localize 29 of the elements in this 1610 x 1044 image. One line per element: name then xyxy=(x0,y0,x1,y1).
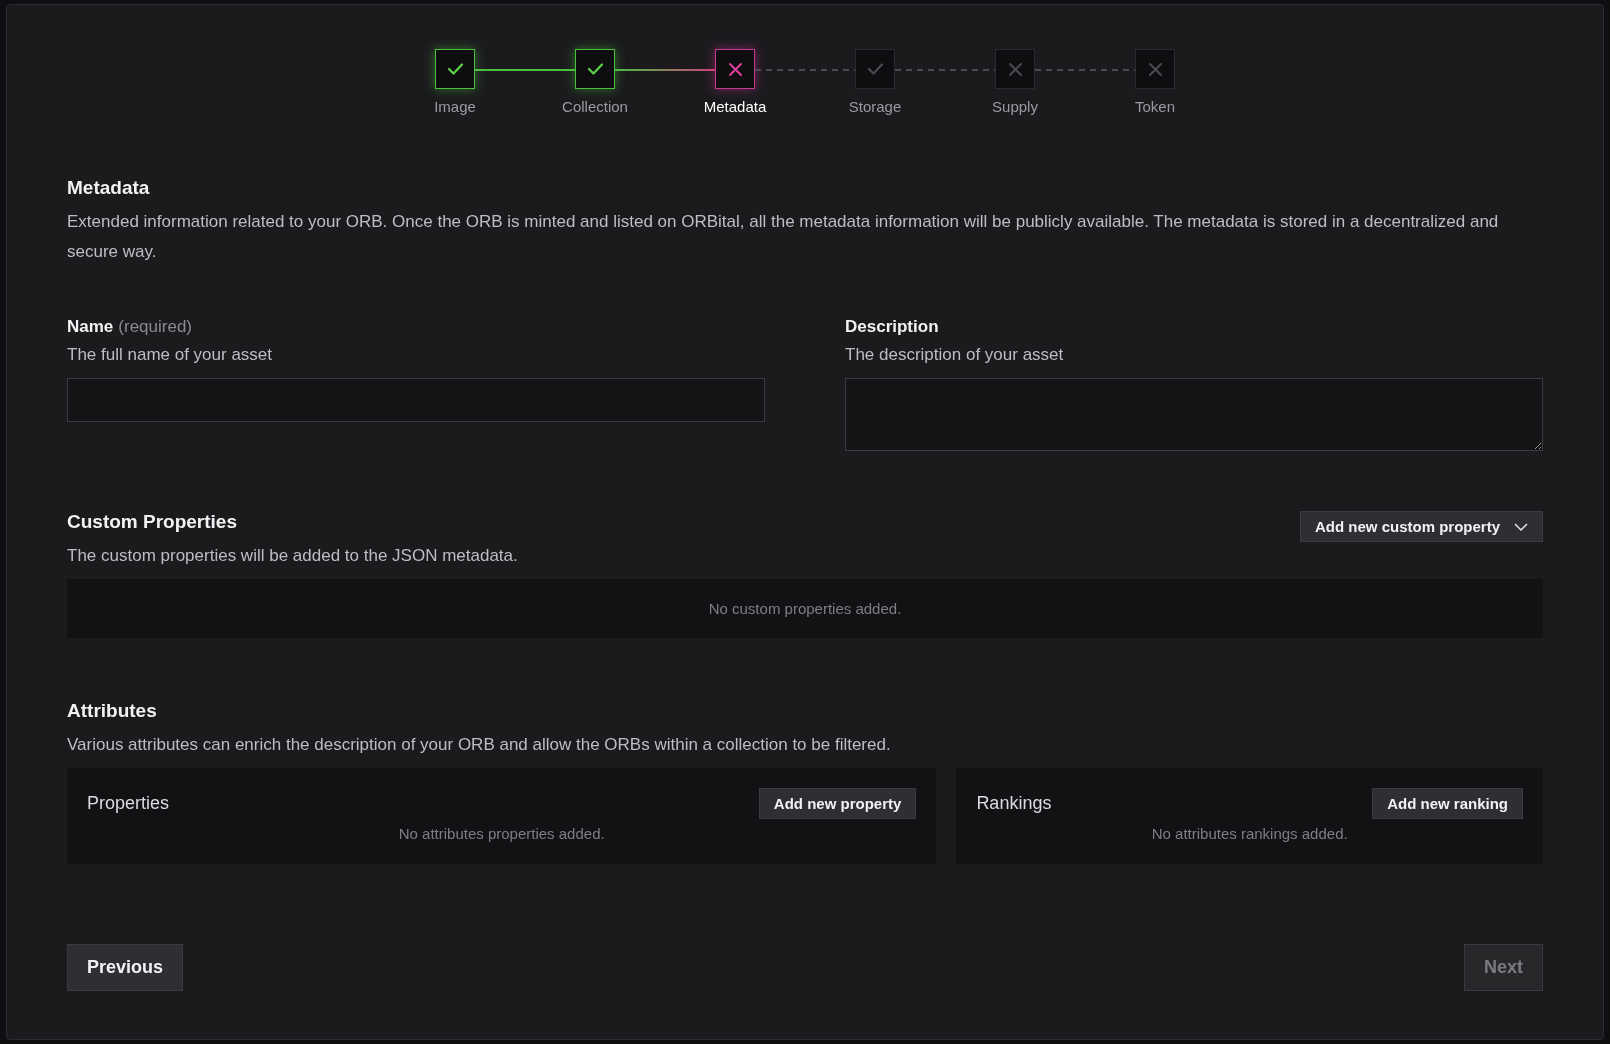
add-custom-property-button[interactable]: Add new custom property xyxy=(1299,511,1543,542)
section-description: The custom properties will be added to the JSON metadata. xyxy=(67,545,518,567)
previous-button[interactable]: Previous xyxy=(67,944,184,991)
empty-message: No attributes rankings added. xyxy=(1150,825,1349,842)
section-title: Attributes xyxy=(67,700,158,722)
field-label: Description xyxy=(845,317,939,337)
description-field[interactable] xyxy=(845,378,1543,451)
step-label[interactable]: Collection xyxy=(562,98,628,115)
section-description: Various attributes can enrich the description of your ORB and allow the ORBs within a collection to be filtered. xyxy=(67,734,892,756)
step-label[interactable]: Storage xyxy=(848,98,902,115)
empty-message: No custom properties added. xyxy=(67,579,1543,638)
field-hint: The description of your asset xyxy=(845,345,1065,365)
step-label[interactable]: Token xyxy=(1135,98,1175,115)
step-label[interactable]: Metadata xyxy=(703,98,767,115)
step-label[interactable]: Supply xyxy=(992,98,1038,115)
add-ranking-button[interactable]: Add new ranking xyxy=(1372,788,1523,819)
section-title: Metadata xyxy=(67,177,151,199)
panel-title: Properties xyxy=(87,793,170,814)
empty-message: No attributes properties added. xyxy=(397,825,606,842)
field-hint: The full name of your asset xyxy=(67,345,274,365)
add-property-button[interactable]: Add new property xyxy=(758,788,917,819)
step-label[interactable]: Image xyxy=(434,98,476,115)
section-description: Extended information related to your ORB. Once the ORB is minted and listed on ORBital, all the metadata information will be publicly available. The metadata is stored in a decentralized and secure way. xyxy=(67,211,1500,263)
panel-title: Rankings xyxy=(976,793,1052,814)
section-title: Custom Properties xyxy=(67,511,238,533)
required-note: (required) xyxy=(118,317,192,337)
field-label: Name xyxy=(67,317,114,337)
caret-icon xyxy=(1514,522,1528,531)
name-field[interactable] xyxy=(67,378,765,422)
